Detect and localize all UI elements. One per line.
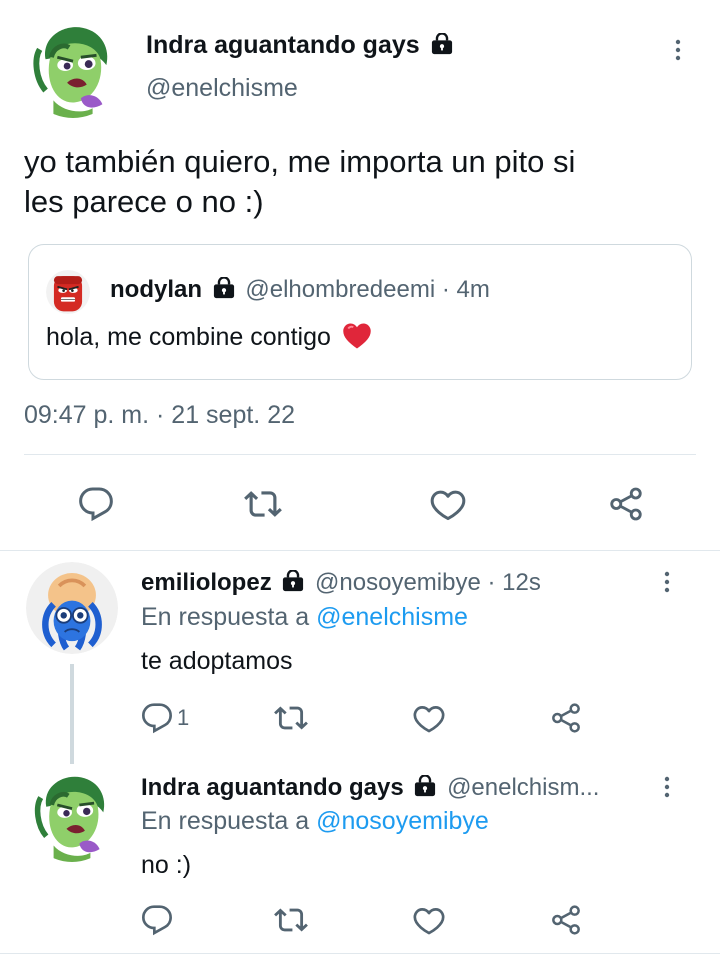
retweet-icon[interactable] [244, 485, 282, 523]
lock-icon [431, 33, 453, 55]
quoted-tweet-card[interactable]: nodylan @elhombredeemi · 4m hola, me com… [28, 244, 692, 380]
lock-icon [213, 277, 235, 299]
reply-count: 1 [177, 705, 190, 730]
author-name-row: Indra aguantando gays [146, 30, 453, 60]
tweet-timestamp[interactable]: 09:47 p. m. · 21 sept. 22 [24, 400, 295, 430]
retweet-icon[interactable] [274, 701, 308, 735]
more-icon[interactable] [655, 570, 679, 594]
reply-header: Indra aguantando gays @enelchism... [141, 773, 599, 803]
lock-icon [282, 570, 304, 592]
reply-text: no :) [141, 851, 192, 879]
share-icon[interactable] [550, 702, 582, 734]
tweet-text-line: les parece o no :) [24, 184, 264, 219]
reply-display-name[interactable]: Indra aguantando gays [141, 774, 404, 801]
reply-context-link[interactable]: @nosoyemibye [316, 807, 489, 835]
author-avatar[interactable] [24, 20, 122, 118]
reply-icon[interactable] [141, 702, 173, 734]
reply-context-prefix: En respuesta a [141, 807, 310, 835]
divider [0, 953, 720, 954]
reply-context: En respuesta a @nosoyemibye [141, 806, 489, 836]
divider [24, 454, 696, 455]
heart-emoji-icon [343, 323, 371, 349]
like-icon[interactable] [412, 701, 446, 735]
quoted-text-row: hola, me combine contigo [46, 321, 372, 353]
share-icon[interactable] [550, 904, 582, 936]
reply-header: emiliolopez @nosoyemibye · 12s [141, 568, 541, 598]
like-icon[interactable] [429, 485, 467, 523]
author-display-name[interactable]: Indra aguantando gays [146, 31, 420, 59]
divider [0, 550, 720, 551]
tweet-text-line: yo también quiero, me importa un pito si [24, 144, 576, 179]
reply-avatar[interactable] [26, 770, 118, 862]
quoted-separator: · [441, 276, 450, 303]
reply-icon[interactable] [141, 904, 173, 936]
reply-handle[interactable]: @nosoyemibye [315, 569, 481, 596]
quoted-text: hola, me combine contigo [46, 323, 331, 351]
tweet-text: yo también quiero, me importa un pito si… [24, 142, 694, 222]
reply-display-name[interactable]: emiliolopez [141, 569, 272, 596]
reply-separator: · [487, 569, 496, 596]
retweet-icon[interactable] [274, 903, 308, 937]
share-icon[interactable] [608, 486, 644, 522]
reply-context-link[interactable]: @enelchisme [316, 603, 468, 631]
quoted-handle: @elhombredeemi [245, 276, 436, 303]
reply-avatar[interactable] [26, 562, 118, 654]
more-icon[interactable] [655, 775, 679, 799]
reply-icon[interactable] [78, 486, 114, 522]
thread-line [70, 664, 74, 764]
reply-action[interactable]: 1 [141, 702, 189, 734]
author-handle[interactable]: @enelchisme [146, 73, 298, 103]
reply-time: 12s [502, 569, 541, 596]
quoted-avatar [46, 270, 90, 314]
lock-icon [414, 775, 436, 797]
reply-text: te adoptamos [141, 647, 293, 675]
reply-handle[interactable]: @enelchism... [447, 774, 599, 801]
more-icon[interactable] [666, 38, 690, 62]
like-icon[interactable] [412, 903, 446, 937]
reply-context-prefix: En respuesta a [141, 603, 310, 631]
quoted-time: 4m [456, 276, 490, 303]
reply-context: En respuesta a @enelchisme [141, 602, 468, 632]
quoted-display-name: nodylan [110, 276, 203, 303]
quoted-header: nodylan @elhombredeemi · 4m [110, 275, 490, 305]
